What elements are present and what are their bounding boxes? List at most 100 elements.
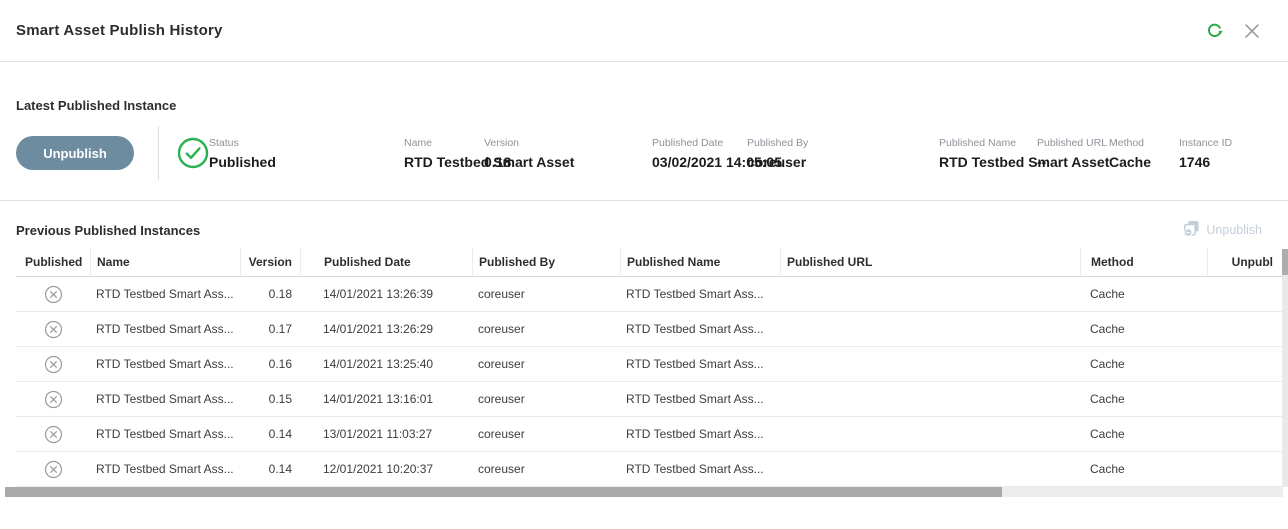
cell-unpublished-date <box>1207 382 1283 417</box>
cell-version: 0.16 <box>240 347 300 382</box>
cell-name: RTD Testbed Smart Ass... <box>90 382 240 417</box>
cell-published-name: RTD Testbed Smart Ass... <box>620 347 780 382</box>
latest-published-section: Latest Published Instance Unpublish Stat… <box>0 98 1288 201</box>
cell-published-url <box>780 382 1080 417</box>
field-label: Status <box>209 137 404 149</box>
field-published-by: Published By coreuser <box>747 137 939 170</box>
field-label: Published Name <box>939 137 1037 149</box>
cell-method: Cache <box>1080 277 1207 312</box>
field-label: Instance ID <box>1179 137 1232 149</box>
cell-published-by: coreuser <box>472 277 620 312</box>
cell-unpublished-date <box>1207 417 1283 452</box>
unpublished-circle-x-icon <box>16 347 90 382</box>
cell-published-by: coreuser <box>472 382 620 417</box>
field-value: -- <box>1037 154 1109 170</box>
field-value: RTD Testbed Smart Asset <box>939 154 1037 170</box>
field-name: Name RTD Testbed Smart Asset <box>404 137 484 170</box>
page-title: Smart Asset Publish History <box>16 22 223 39</box>
unpublish-button[interactable]: Unpublish <box>16 136 134 170</box>
cell-published-name: RTD Testbed Smart Ass... <box>620 417 780 452</box>
published-check-circle-icon <box>177 137 209 169</box>
field-label: Name <box>404 137 484 149</box>
cell-method: Cache <box>1080 417 1207 452</box>
cell-method: Cache <box>1080 347 1207 382</box>
table-vertical-scrollbar <box>1282 249 1288 487</box>
field-published-date: Published Date 03/02/2021 14:05:05 <box>652 137 747 170</box>
field-version: Version 0.18 <box>484 137 652 170</box>
latest-section-heading: Latest Published Instance <box>16 98 1272 113</box>
unpublished-circle-x-icon <box>16 277 90 312</box>
field-value: RTD Testbed Smart Asset <box>404 154 484 170</box>
section-divider <box>0 181 1288 201</box>
column-header-published-by: Published By <box>472 247 620 277</box>
previous-section-header: Previous Published Instances Unpublish <box>16 217 1262 243</box>
cell-published-name: RTD Testbed Smart Ass... <box>620 277 780 312</box>
cell-published-date: 13/01/2021 11:03:27 <box>300 417 472 452</box>
cell-method: Cache <box>1080 312 1207 347</box>
latest-instance-row: Unpublish Status Published Name RTD Test… <box>16 125 1272 181</box>
field-label: Version <box>484 137 652 149</box>
field-value: Published <box>209 154 404 170</box>
cell-name: RTD Testbed Smart Ass... <box>90 417 240 452</box>
titlebar-actions <box>1204 21 1262 41</box>
column-header-published-date: Published Date <box>300 247 472 277</box>
cell-version: 0.17 <box>240 312 300 347</box>
field-label: Published By <box>747 137 939 149</box>
unpublished-circle-x-icon <box>16 382 90 417</box>
smart-asset-publish-history-dialog: Smart Asset Publish History Latest Publi… <box>0 0 1288 529</box>
column-header-unpublished-date: Unpubl <box>1207 247 1283 277</box>
column-header-name: Name <box>90 247 240 277</box>
field-value: 1746 <box>1179 154 1232 170</box>
cell-published-url <box>780 452 1080 487</box>
vertical-scrollbar-thumb[interactable] <box>1282 249 1288 275</box>
cell-published-date: 14/01/2021 13:26:29 <box>300 312 472 347</box>
unpublish-icon <box>1183 220 1200 240</box>
field-value: 0.18 <box>484 154 652 170</box>
cell-published-name: RTD Testbed Smart Ass... <box>620 312 780 347</box>
field-published-url: Published URL -- <box>1037 137 1109 170</box>
unpublished-circle-x-icon <box>16 312 90 347</box>
cell-published-url <box>780 277 1080 312</box>
refresh-icon[interactable] <box>1204 21 1224 41</box>
previous-instances-table: Published Name Version Published Date Pu… <box>16 247 1283 487</box>
cell-name: RTD Testbed Smart Ass... <box>90 312 240 347</box>
column-header-published-name: Published Name <box>620 247 780 277</box>
unpublished-circle-x-icon <box>16 452 90 487</box>
previous-section-heading: Previous Published Instances <box>16 223 200 238</box>
cell-published-url <box>780 347 1080 382</box>
column-header-published: Published <box>16 247 90 277</box>
cell-name: RTD Testbed Smart Ass... <box>90 452 240 487</box>
field-label: Published URL <box>1037 137 1109 149</box>
unpublished-circle-x-icon <box>16 417 90 452</box>
cell-published-by: coreuser <box>472 347 620 382</box>
column-header-method: Method <box>1080 247 1207 277</box>
cell-published-name: RTD Testbed Smart Ass... <box>620 382 780 417</box>
field-instance-id: Instance ID 1746 <box>1179 137 1232 170</box>
table-horizontal-scrollbar <box>5 487 1283 497</box>
close-icon[interactable] <box>1242 21 1262 41</box>
cell-version: 0.15 <box>240 382 300 417</box>
vertical-divider <box>158 126 159 180</box>
unpublish-selected-button[interactable]: Unpublish <box>1183 220 1262 240</box>
cell-published-name: RTD Testbed Smart Ass... <box>620 452 780 487</box>
cell-unpublished-date <box>1207 277 1283 312</box>
field-value: coreuser <box>747 154 939 170</box>
cell-version: 0.18 <box>240 277 300 312</box>
field-value: Cache <box>1109 154 1179 170</box>
field-method: Method Cache <box>1109 137 1179 170</box>
horizontal-scrollbar-thumb[interactable] <box>5 487 1002 497</box>
cell-unpublished-date <box>1207 312 1283 347</box>
column-header-version: Version <box>240 247 300 277</box>
cell-version: 0.14 <box>240 452 300 487</box>
unpublish-selected-label: Unpublish <box>1206 223 1262 237</box>
field-status: Status Published <box>209 137 404 170</box>
cell-method: Cache <box>1080 452 1207 487</box>
cell-method: Cache <box>1080 382 1207 417</box>
cell-name: RTD Testbed Smart Ass... <box>90 277 240 312</box>
cell-unpublished-date <box>1207 452 1283 487</box>
cell-published-by: coreuser <box>472 417 620 452</box>
cell-published-date: 12/01/2021 10:20:37 <box>300 452 472 487</box>
titlebar: Smart Asset Publish History <box>0 0 1288 62</box>
column-header-published-url: Published URL <box>780 247 1080 277</box>
cell-published-date: 14/01/2021 13:26:39 <box>300 277 472 312</box>
